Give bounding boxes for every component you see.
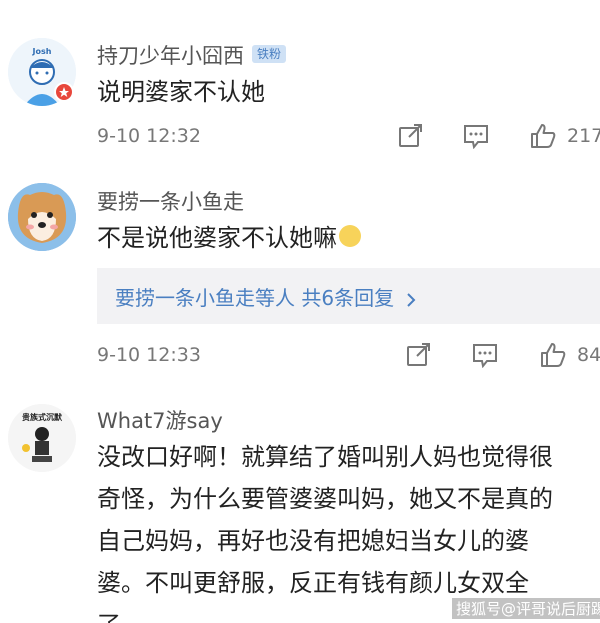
comment-time: 9-10 12:33: [97, 344, 201, 366]
dog-avatar-illustration: [8, 183, 76, 251]
replies-preview[interactable]: 要捞一条小鱼走等人 共6条回复: [97, 268, 600, 324]
comment-username[interactable]: What7游say: [97, 405, 223, 435]
comment-footer: 9-10 12:32 217: [97, 121, 600, 151]
comment-time: 9-10 12:32: [97, 125, 201, 147]
comment-icon[interactable]: [471, 342, 499, 369]
avatar-label: Josh: [32, 47, 52, 56]
username-text[interactable]: 持刀少年小囧西: [97, 44, 244, 68]
fan-badge: 铁粉: [252, 45, 287, 63]
comment-footer: 9-10 12:33 84: [97, 340, 600, 370]
replies-link[interactable]: 要捞一条小鱼走等人 共6条回复: [115, 282, 418, 311]
chevron-right-icon: [407, 292, 416, 307]
avatar[interactable]: 贵族式沉默: [8, 404, 76, 472]
comment-text-body: 不是说他婆家不认她嘛: [97, 224, 337, 252]
comment-icon[interactable]: [462, 123, 490, 150]
watermark: 搜狐号@评哥说后厨踢球: [452, 598, 600, 619]
avatar-label: 贵族式沉默: [22, 412, 63, 422]
comment-text: 没改口好啊！就算结了婚叫别人妈也觉得很 奇怪，为什么要管婆婆叫妈，她又不是真的 …: [97, 436, 553, 623]
repost-icon[interactable]: [397, 123, 425, 149]
comment-username[interactable]: 要捞一条小鱼走: [97, 186, 244, 216]
like-icon[interactable]: [529, 123, 557, 149]
comment-text: 不是说他婆家不认她嘛: [97, 218, 361, 258]
comment-username[interactable]: 持刀少年小囧西 铁粉: [97, 40, 287, 70]
emoji-icon: [339, 225, 361, 247]
vip-badge-icon: [54, 82, 74, 102]
reply-user-link[interactable]: 要捞一条小鱼走: [115, 286, 255, 310]
comment-line: 自己妈妈，再好也没有把媳妇当女儿的婆: [97, 527, 529, 555]
top-strip: [0, 0, 600, 12]
like-count: 217: [567, 125, 600, 147]
comment-line: 奇怪，为什么要管婆婆叫妈，她又不是真的: [97, 485, 553, 513]
avatar[interactable]: [8, 183, 76, 251]
comment-text: 说明婆家不认她: [97, 78, 265, 106]
like-count: 84: [577, 344, 600, 366]
sticker-avatar-illustration: 贵族式沉默: [8, 404, 76, 472]
comment-line: 没改口好啊！就算结了婚叫别人妈也觉得很: [97, 443, 553, 471]
repost-icon[interactable]: [405, 342, 433, 368]
like-icon[interactable]: [539, 342, 567, 368]
reply-summary[interactable]: 等人 共6条回复: [255, 286, 394, 310]
